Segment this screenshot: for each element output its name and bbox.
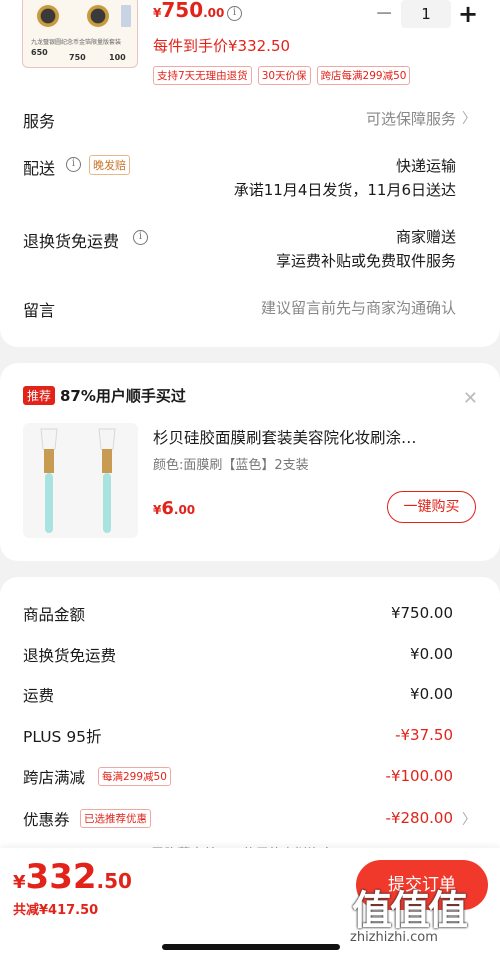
product-price: ¥750.00 xyxy=(153,0,225,22)
summary-row-value: ¥0.00 xyxy=(410,645,453,663)
brush-icon xyxy=(40,428,116,533)
message-label: 留言 xyxy=(23,301,56,320)
recommend-product-spec: 颜色:面膜刷【蓝色】2支装 xyxy=(153,458,309,473)
thumbnail-price-2: 750 xyxy=(69,53,86,62)
thumbnail-caption: 九龙璧银圆纪念币金箔限量版套装 xyxy=(31,39,122,46)
watermark-logo: 值值值 xyxy=(352,888,468,934)
late-delivery-compensation-tag[interactable]: 晚发赔 xyxy=(89,155,130,175)
coin-image-left xyxy=(37,5,59,27)
delivery-label: 配送 xyxy=(23,159,56,178)
delivery-method[interactable]: 快递运输 xyxy=(396,155,456,176)
product-tags: 支持7天无理由退货 30天价保 跨店每满299减50 xyxy=(153,66,411,85)
recommend-title: 87%用户顺手买过 xyxy=(60,387,186,405)
coin-image-right xyxy=(87,5,109,27)
thumbnail-price-3: 100 xyxy=(109,53,126,62)
free-return-label: 退换货免运费 xyxy=(23,232,120,251)
delivery-info-icon[interactable]: i xyxy=(66,157,81,172)
watermark-url: zhizhizhi.com xyxy=(350,930,438,945)
free-return-info-icon[interactable]: i xyxy=(133,230,148,245)
total-price: ¥332.50 xyxy=(13,857,132,897)
close-icon[interactable]: ✕ xyxy=(463,388,478,409)
summary-row-label: 商品金额 xyxy=(23,606,86,624)
coupon-value[interactable]: -¥280.00 xyxy=(386,809,453,827)
cross-store-discount-tag: 每满299减50 xyxy=(98,767,171,786)
total-saved: 共减¥417.50 xyxy=(13,903,99,918)
order-product-card: 九龙璧银圆纪念币金箔限量版套装 650 750 100 ¥750.00 i − … xyxy=(0,0,500,347)
recommend-product-name[interactable]: 杉贝硅胶面膜刷套装美容院化妆刷涂… xyxy=(153,426,471,448)
chevron-right-icon[interactable]: 〉 xyxy=(462,809,476,829)
tag-7day-return: 支持7天无理由退货 xyxy=(153,66,252,85)
delivery-promise: 承诺11月4日发货，11月6日送达 xyxy=(233,181,456,199)
summary-row-label: 跨店满减 xyxy=(23,769,86,787)
checkout-bar: ¥332.50 共减¥417.50 提交订单 值值值 zhizhizhi.com xyxy=(0,848,500,962)
quantity-increase-button[interactable]: + xyxy=(458,0,478,28)
summary-row-label: 优惠券 xyxy=(23,811,70,829)
summary-row-value: ¥0.00 xyxy=(410,685,453,703)
home-indicator[interactable] xyxy=(162,944,340,950)
unit-price-after-discount: 每件到手价¥332.50 xyxy=(153,37,291,55)
service-label: 服务 xyxy=(23,112,56,131)
recommendation-card: 推荐 87%用户顺手买过 ✕ 杉贝硅胶面膜刷套装美容院化妆刷涂… 颜色:面膜刷【… xyxy=(0,363,500,561)
recommend-product-price: ¥6.00 xyxy=(153,498,196,519)
certificate-image xyxy=(121,5,131,27)
summary-row-value: ¥750.00 xyxy=(390,604,453,622)
one-click-buy-button[interactable]: 一键购买 xyxy=(387,491,476,523)
coupon-selected-tag: 已选推荐优惠 xyxy=(80,809,151,828)
recommend-badge: 推荐 xyxy=(23,386,56,405)
message-input[interactable]: 建议留言前先与商家沟通确认 xyxy=(261,297,456,318)
service-option[interactable]: 可选保障服务 xyxy=(366,108,456,129)
thumbnail-price-1: 650 xyxy=(31,48,48,57)
quantity-input[interactable]: 1 xyxy=(401,0,451,28)
free-return-provider: 商家赠送 xyxy=(395,228,456,246)
summary-row-label: PLUS 95折 xyxy=(23,728,102,746)
summary-row-label: 退换货免运费 xyxy=(23,647,117,665)
product-thumbnail[interactable]: 九龙璧银圆纪念币金箔限量版套装 650 750 100 xyxy=(22,0,138,68)
free-return-description: 享运费补贴或免费取件服务 xyxy=(275,252,456,270)
quantity-decrease-button[interactable]: − xyxy=(375,2,393,26)
summary-row-label: 运费 xyxy=(23,687,55,705)
tag-cross-store-discount: 跨店每满299减50 xyxy=(316,66,411,85)
summary-row-value: -¥100.00 xyxy=(385,767,453,785)
summary-row-value: -¥37.50 xyxy=(395,726,453,744)
recommend-product-image[interactable] xyxy=(23,423,138,538)
chevron-right-icon[interactable]: 〉 xyxy=(462,108,476,128)
price-info-icon[interactable]: i xyxy=(227,6,242,21)
tag-price-protect: 30天价保 xyxy=(257,66,311,85)
